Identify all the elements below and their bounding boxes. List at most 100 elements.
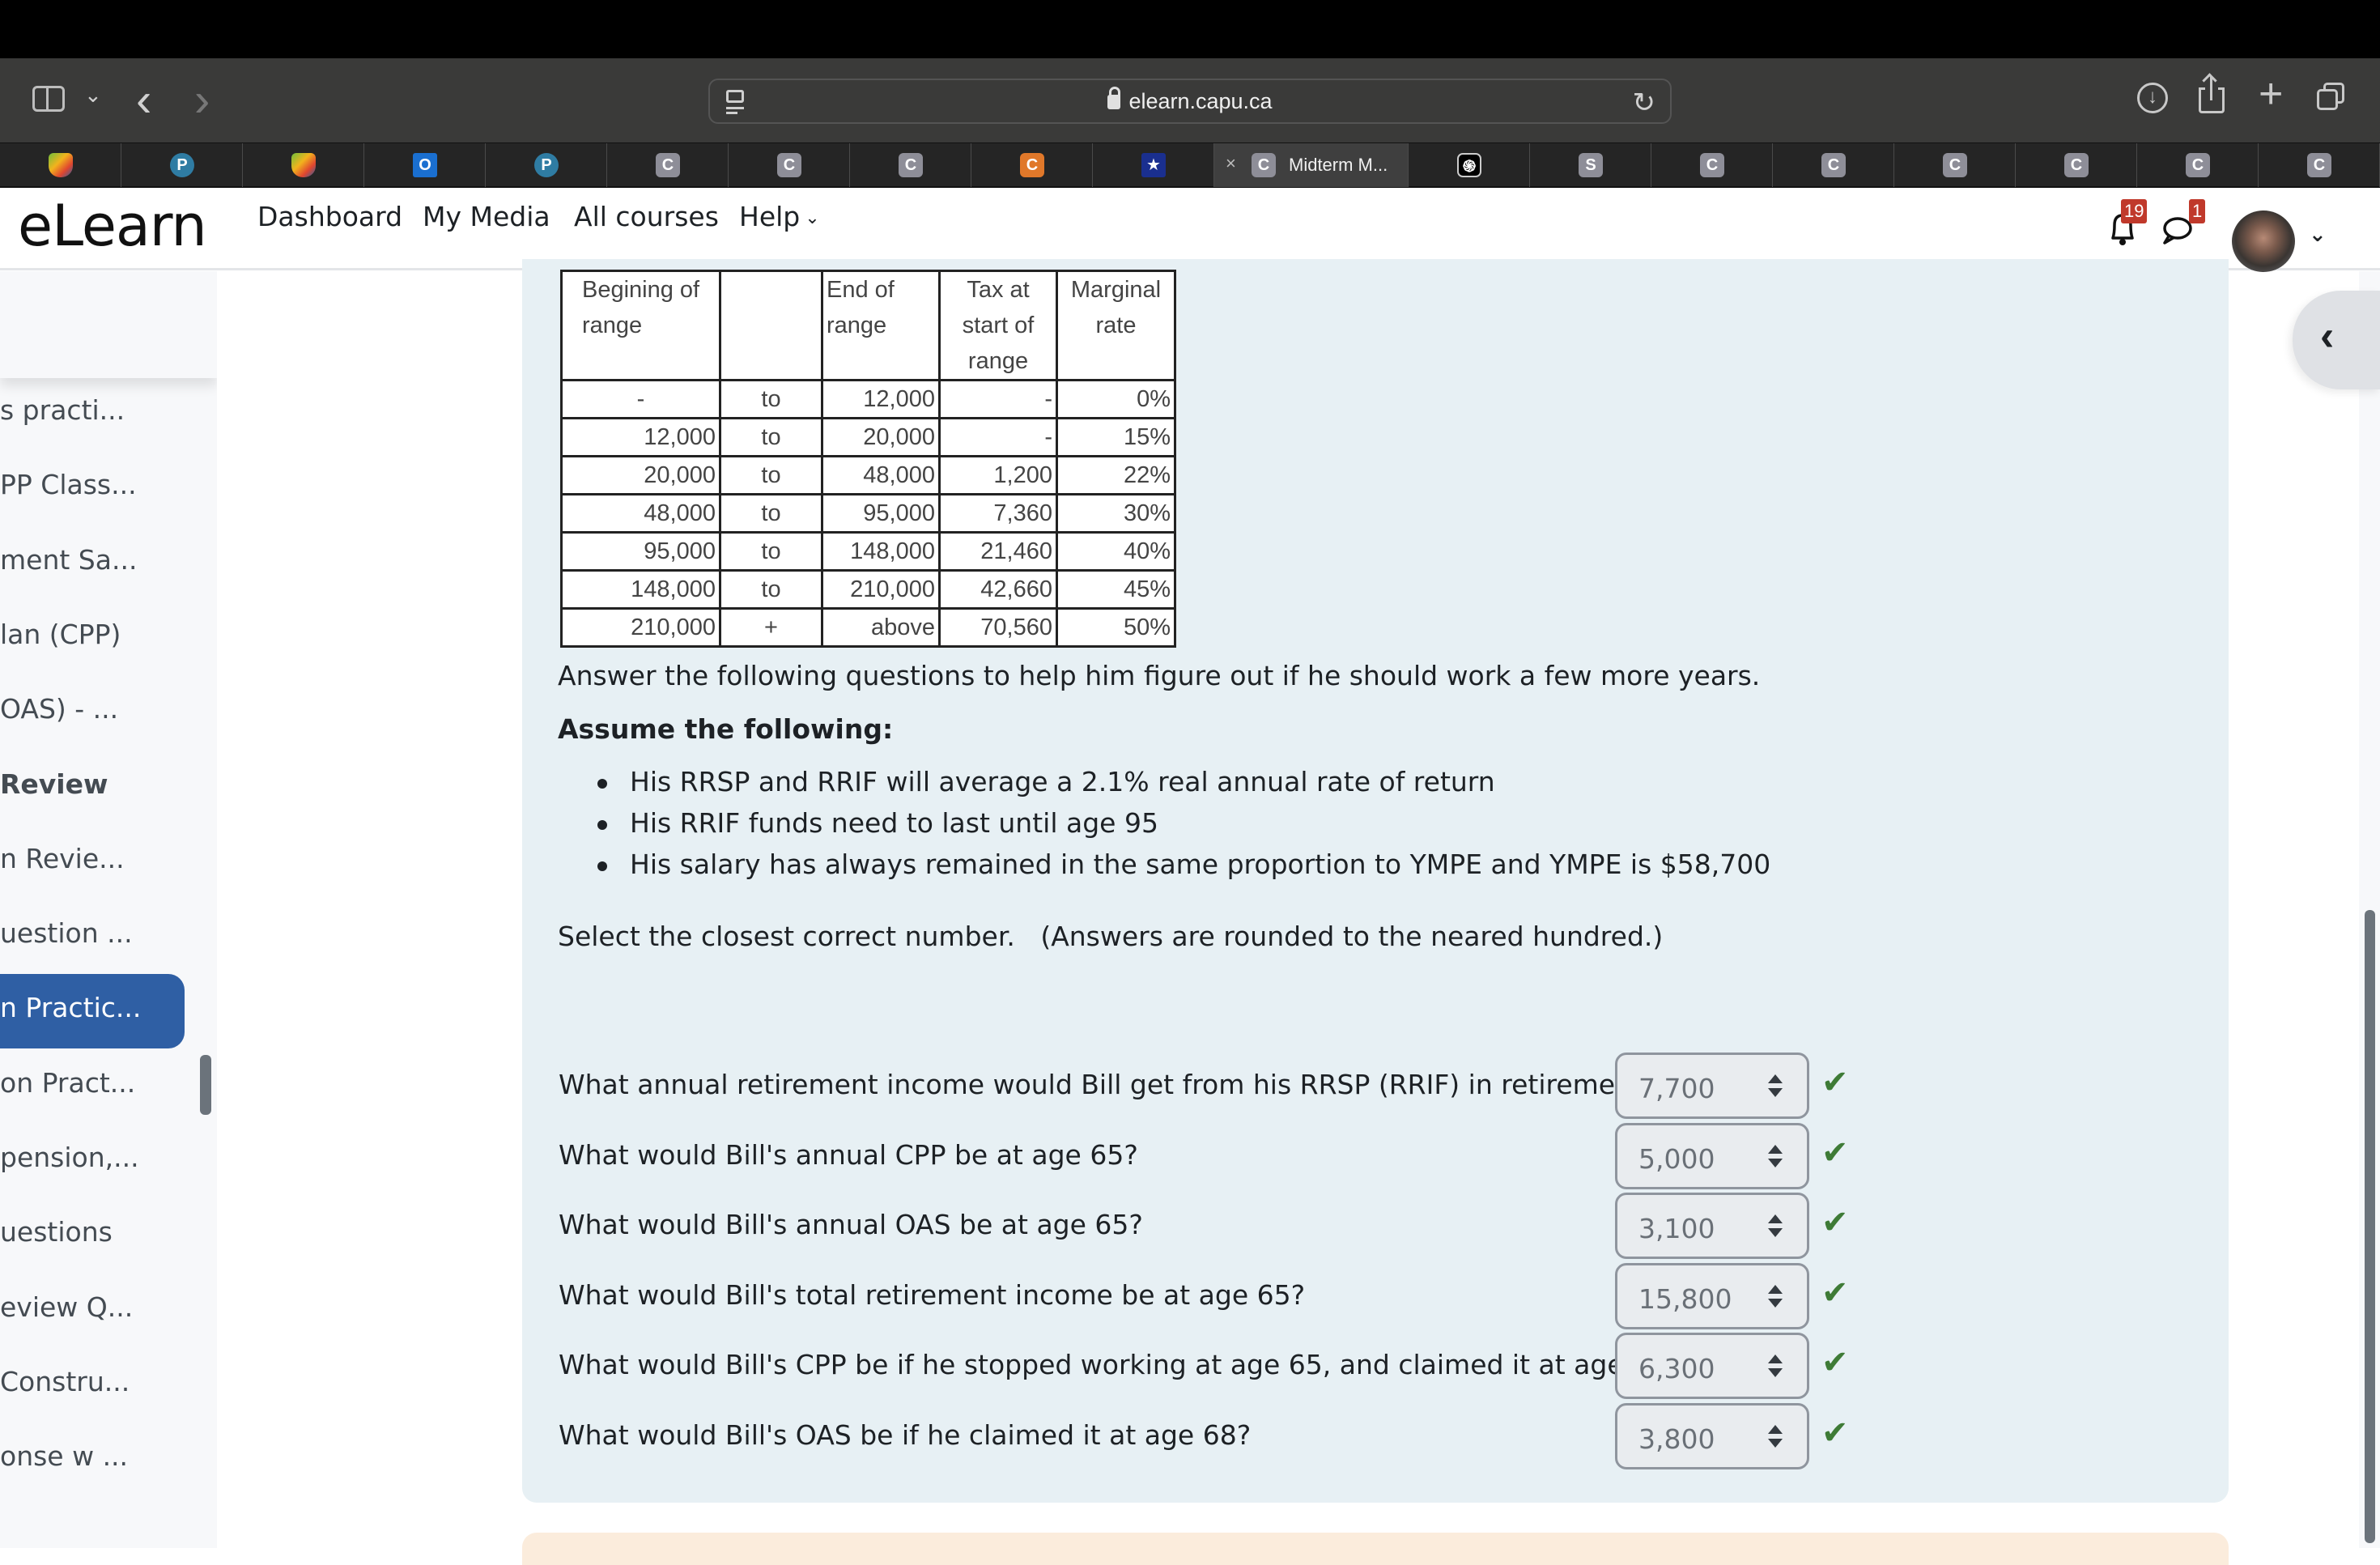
open-block-drawer-button[interactable]: ‹	[2293, 291, 2380, 389]
chevron-left-icon: ‹	[2320, 313, 2335, 359]
page-scrollbar[interactable]	[2365, 910, 2375, 1543]
sidebar-menu-chevron-icon[interactable]: ⌄	[84, 83, 102, 108]
browser-tab[interactable]: C	[2259, 143, 2380, 187]
user-avatar[interactable]	[2232, 211, 2295, 272]
browser-tab[interactable]: C	[2137, 143, 2259, 187]
browser-tab[interactable]: ֍	[1409, 143, 1530, 187]
chevron-down-icon: ⌄	[805, 208, 820, 228]
course-index-item[interactable]: OAS) - ...	[0, 675, 185, 750]
course-index-item[interactable]: pension,...	[0, 1124, 185, 1198]
course-index-header	[0, 271, 217, 378]
course-index-item[interactable]: uestion ...	[0, 899, 185, 974]
tab-overview-icon[interactable]	[2317, 83, 2344, 110]
cell-tax: 1,200	[938, 455, 1058, 495]
site-logo[interactable]: eLearn	[18, 193, 207, 259]
browser-tab[interactable]	[0, 143, 121, 187]
browser-tab[interactable]: P	[121, 143, 243, 187]
cell-tax: -	[938, 379, 1058, 419]
tab-close-icon[interactable]: ×	[1226, 153, 1236, 174]
subquestion-row: What would Bill's total retirement incom…	[559, 1262, 2178, 1333]
course-index-item[interactable]: Constru...	[0, 1348, 185, 1423]
course-index-item[interactable]: n Revie...	[0, 825, 185, 899]
share-icon[interactable]	[2199, 74, 2225, 115]
subquestion-text: What would Bill's CPP be if he stopped w…	[559, 1349, 1681, 1381]
course-index-item[interactable]: n Practic...	[0, 974, 185, 1049]
shield-logo-icon	[291, 153, 316, 177]
user-menu-chevron-icon[interactable]: ⌄	[2309, 222, 2327, 247]
cell-connector: to	[719, 493, 823, 534]
notifications-button[interactable]: 19	[2103, 199, 2148, 251]
browser-tab[interactable]: S	[1530, 143, 1651, 187]
browser-toolbar: ⌄ ‹ › elearn.capu.ca ↻ ↓ +	[0, 58, 2380, 142]
s-gray-icon: S	[1579, 153, 1603, 177]
browser-tab[interactable]: C	[1894, 143, 2016, 187]
nav-dashboard[interactable]: Dashboard	[257, 201, 402, 232]
browser-tab[interactable]	[243, 143, 364, 187]
answer-select[interactable]: 3,100	[1615, 1193, 1809, 1260]
cell-end: 148,000	[821, 531, 941, 572]
header-begin-of-range: Begining of range	[560, 270, 721, 381]
browser-tab[interactable]: ★	[1093, 143, 1214, 187]
assumption-item: His RRSP and RRIF will average a 2.1% re…	[597, 766, 1770, 807]
sidebar-toggle-icon[interactable]	[32, 86, 65, 112]
downloads-icon[interactable]: ↓	[2137, 83, 2168, 113]
star-shield-icon: ★	[1141, 153, 1166, 177]
selected-value: 7,700	[1638, 1073, 1715, 1104]
course-index-item[interactable]: PP Class...	[0, 451, 185, 525]
course-index-item[interactable]: eview Q...	[0, 1274, 185, 1348]
assumption-item: His salary has always remained in the sa…	[597, 848, 1770, 890]
browser-tab[interactable]: C	[1773, 143, 1894, 187]
select-arrows-icon	[1768, 1425, 1783, 1449]
browser-tab[interactable]: C	[729, 143, 850, 187]
c-gray-icon: C	[1943, 153, 1967, 177]
nav-all-courses[interactable]: All courses	[574, 201, 719, 232]
nav-help[interactable]: Help ⌄	[739, 201, 820, 232]
course-index-item[interactable]: uestions	[0, 1198, 185, 1273]
course-index-item[interactable]: ment Sa...	[0, 526, 185, 601]
assumptions-list: His RRSP and RRIF will average a 2.1% re…	[597, 766, 1770, 890]
reload-icon[interactable]: ↻	[1633, 87, 1656, 119]
address-bar[interactable]: elearn.capu.ca ↻	[708, 79, 1672, 124]
answer-select[interactable]: 7,700	[1615, 1053, 1809, 1119]
cell-tax: 7,360	[938, 493, 1058, 534]
course-index-item[interactable]: onse w ...	[0, 1423, 185, 1497]
cell-rate: 22%	[1056, 455, 1176, 495]
subquestion-row: What would Bill's annual CPP be at age 6…	[559, 1122, 2178, 1193]
browser-tab[interactable]: C	[2016, 143, 2137, 187]
forward-button[interactable]: ›	[194, 73, 210, 127]
subquestion-text: What would Bill's annual CPP be at age 6…	[559, 1138, 1138, 1171]
course-index-item[interactable]: s practi...	[0, 376, 185, 451]
browser-tab[interactable]: C	[1651, 143, 1773, 187]
c-gray-icon: C	[2307, 153, 2331, 177]
cell-begin: 20,000	[560, 455, 721, 495]
browser-tab[interactable]: O	[364, 143, 486, 187]
subquestion-text: What annual retirement income would Bill…	[559, 1069, 1657, 1100]
browser-tab[interactable]: C	[850, 143, 971, 187]
selected-value: 3,100	[1638, 1213, 1715, 1245]
browser-tab[interactable]: C	[971, 143, 1093, 187]
back-button[interactable]: ‹	[136, 73, 151, 127]
answer-select[interactable]: 6,300	[1615, 1333, 1809, 1400]
question-feedback-box	[522, 1533, 2229, 1565]
course-index-item[interactable]: lan (CPP)	[0, 601, 185, 675]
answer-select[interactable]: 3,800	[1615, 1403, 1809, 1469]
browser-tab[interactable]: C	[607, 143, 729, 187]
url-display[interactable]: elearn.capu.ca	[710, 87, 1670, 114]
answer-select[interactable]: 5,000	[1615, 1122, 1809, 1189]
course-index-scrollbar[interactable]	[200, 1055, 211, 1115]
course-index-item[interactable]: on Pract...	[0, 1049, 185, 1124]
new-tab-icon[interactable]: +	[2259, 70, 2283, 118]
subquestion-row: What annual retirement income would Bill…	[559, 1053, 2178, 1122]
browser-tab[interactable]: P	[486, 143, 607, 187]
answer-select[interactable]: 15,800	[1615, 1262, 1809, 1329]
select-arrows-icon	[1768, 1074, 1783, 1099]
subquestion-text: What would Bill's annual OAS be at age 6…	[559, 1209, 1143, 1241]
course-index-section[interactable]: Review	[0, 751, 185, 825]
cell-begin: 48,000	[560, 493, 721, 534]
nav-my-media[interactable]: My Media	[423, 201, 550, 232]
site-navbar: eLearn Dashboard My Media All courses He…	[0, 188, 2380, 272]
browser-tab[interactable]: × Midterm M... C	[1214, 143, 1409, 187]
messages-button[interactable]: 1	[2160, 199, 2206, 251]
course-index-drawer: s practi... PP Class... ment Sa... lan (CPP…	[0, 271, 217, 1548]
subquestion-row: What would Bill's OAS be if he claimed i…	[559, 1403, 2178, 1473]
